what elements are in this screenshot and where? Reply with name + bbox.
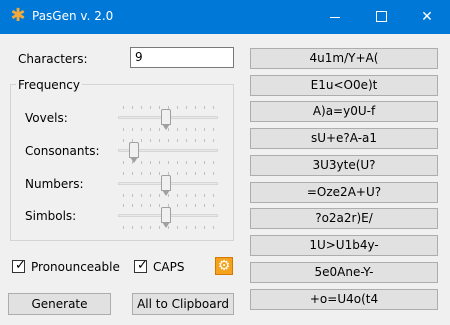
characters-label: Characters: (18, 52, 88, 66)
asterisk-icon: ✱ (10, 5, 26, 26)
numbers-label: Numbers: (25, 177, 84, 191)
frequency-label: Frequency (16, 78, 82, 92)
generate-button[interactable]: Generate (8, 293, 111, 315)
simbols-label: Simbols: (25, 209, 77, 223)
password-button-1[interactable]: 4u1m/Y+A( (250, 48, 438, 69)
numbers-slider[interactable] (118, 170, 218, 197)
slider-thumb[interactable] (161, 175, 172, 196)
slider-thumb[interactable] (161, 109, 172, 130)
password-button-5[interactable]: 3U3yte(U? (250, 155, 438, 176)
password-button-7[interactable]: ?o2a2r)E/ (250, 208, 438, 229)
pronounceable-checkbox[interactable]: ✓ (12, 258, 26, 273)
password-button-9[interactable]: 5e0Ane-Y- (250, 262, 438, 283)
close-icon: ✕ (421, 9, 433, 25)
checkmark-icon: ✓ (15, 258, 26, 273)
consonants-label: Consonants: (25, 144, 100, 158)
checkmark-icon: ✓ (137, 258, 148, 273)
maximize-button[interactable] (358, 0, 404, 34)
vovels-label: Vovels: (25, 111, 68, 125)
password-button-2[interactable]: E1u<O0e)t (250, 75, 438, 96)
pronounceable-label[interactable]: Pronounceable (31, 260, 120, 274)
window-title: PasGen v. 2.0 (32, 9, 114, 23)
caps-checkbox[interactable]: ✓ (134, 258, 148, 273)
all-to-clipboard-button[interactable]: All to Clipboard (132, 293, 234, 315)
maximize-icon (376, 11, 387, 22)
slider-thumb[interactable] (161, 207, 172, 228)
minimize-icon (330, 17, 340, 18)
close-button[interactable]: ✕ (404, 0, 450, 34)
caps-label[interactable]: CAPS (153, 260, 184, 274)
minimize-button[interactable] (312, 0, 358, 34)
consonants-slider[interactable] (118, 137, 218, 164)
password-button-6[interactable]: =Oze2A+U? (250, 182, 438, 203)
password-button-3[interactable]: A)a=y0U-f (250, 101, 438, 122)
simbols-slider[interactable] (118, 202, 218, 229)
slider-thumb[interactable] (128, 142, 139, 163)
vovels-slider[interactable] (118, 104, 218, 131)
password-button-8[interactable]: 1U>U1b4y- (250, 235, 438, 256)
characters-input[interactable]: 9 (130, 47, 234, 68)
password-button-10[interactable]: +o=U4o(t4 (250, 289, 438, 310)
gear-icon: ⚙ (217, 258, 231, 274)
title-bar: ✱ PasGen v. 2.0 ✕ (0, 0, 450, 34)
settings-gear-button[interactable]: ⚙ (215, 257, 233, 275)
password-button-4[interactable]: sU+e?A-a1 (250, 128, 438, 149)
